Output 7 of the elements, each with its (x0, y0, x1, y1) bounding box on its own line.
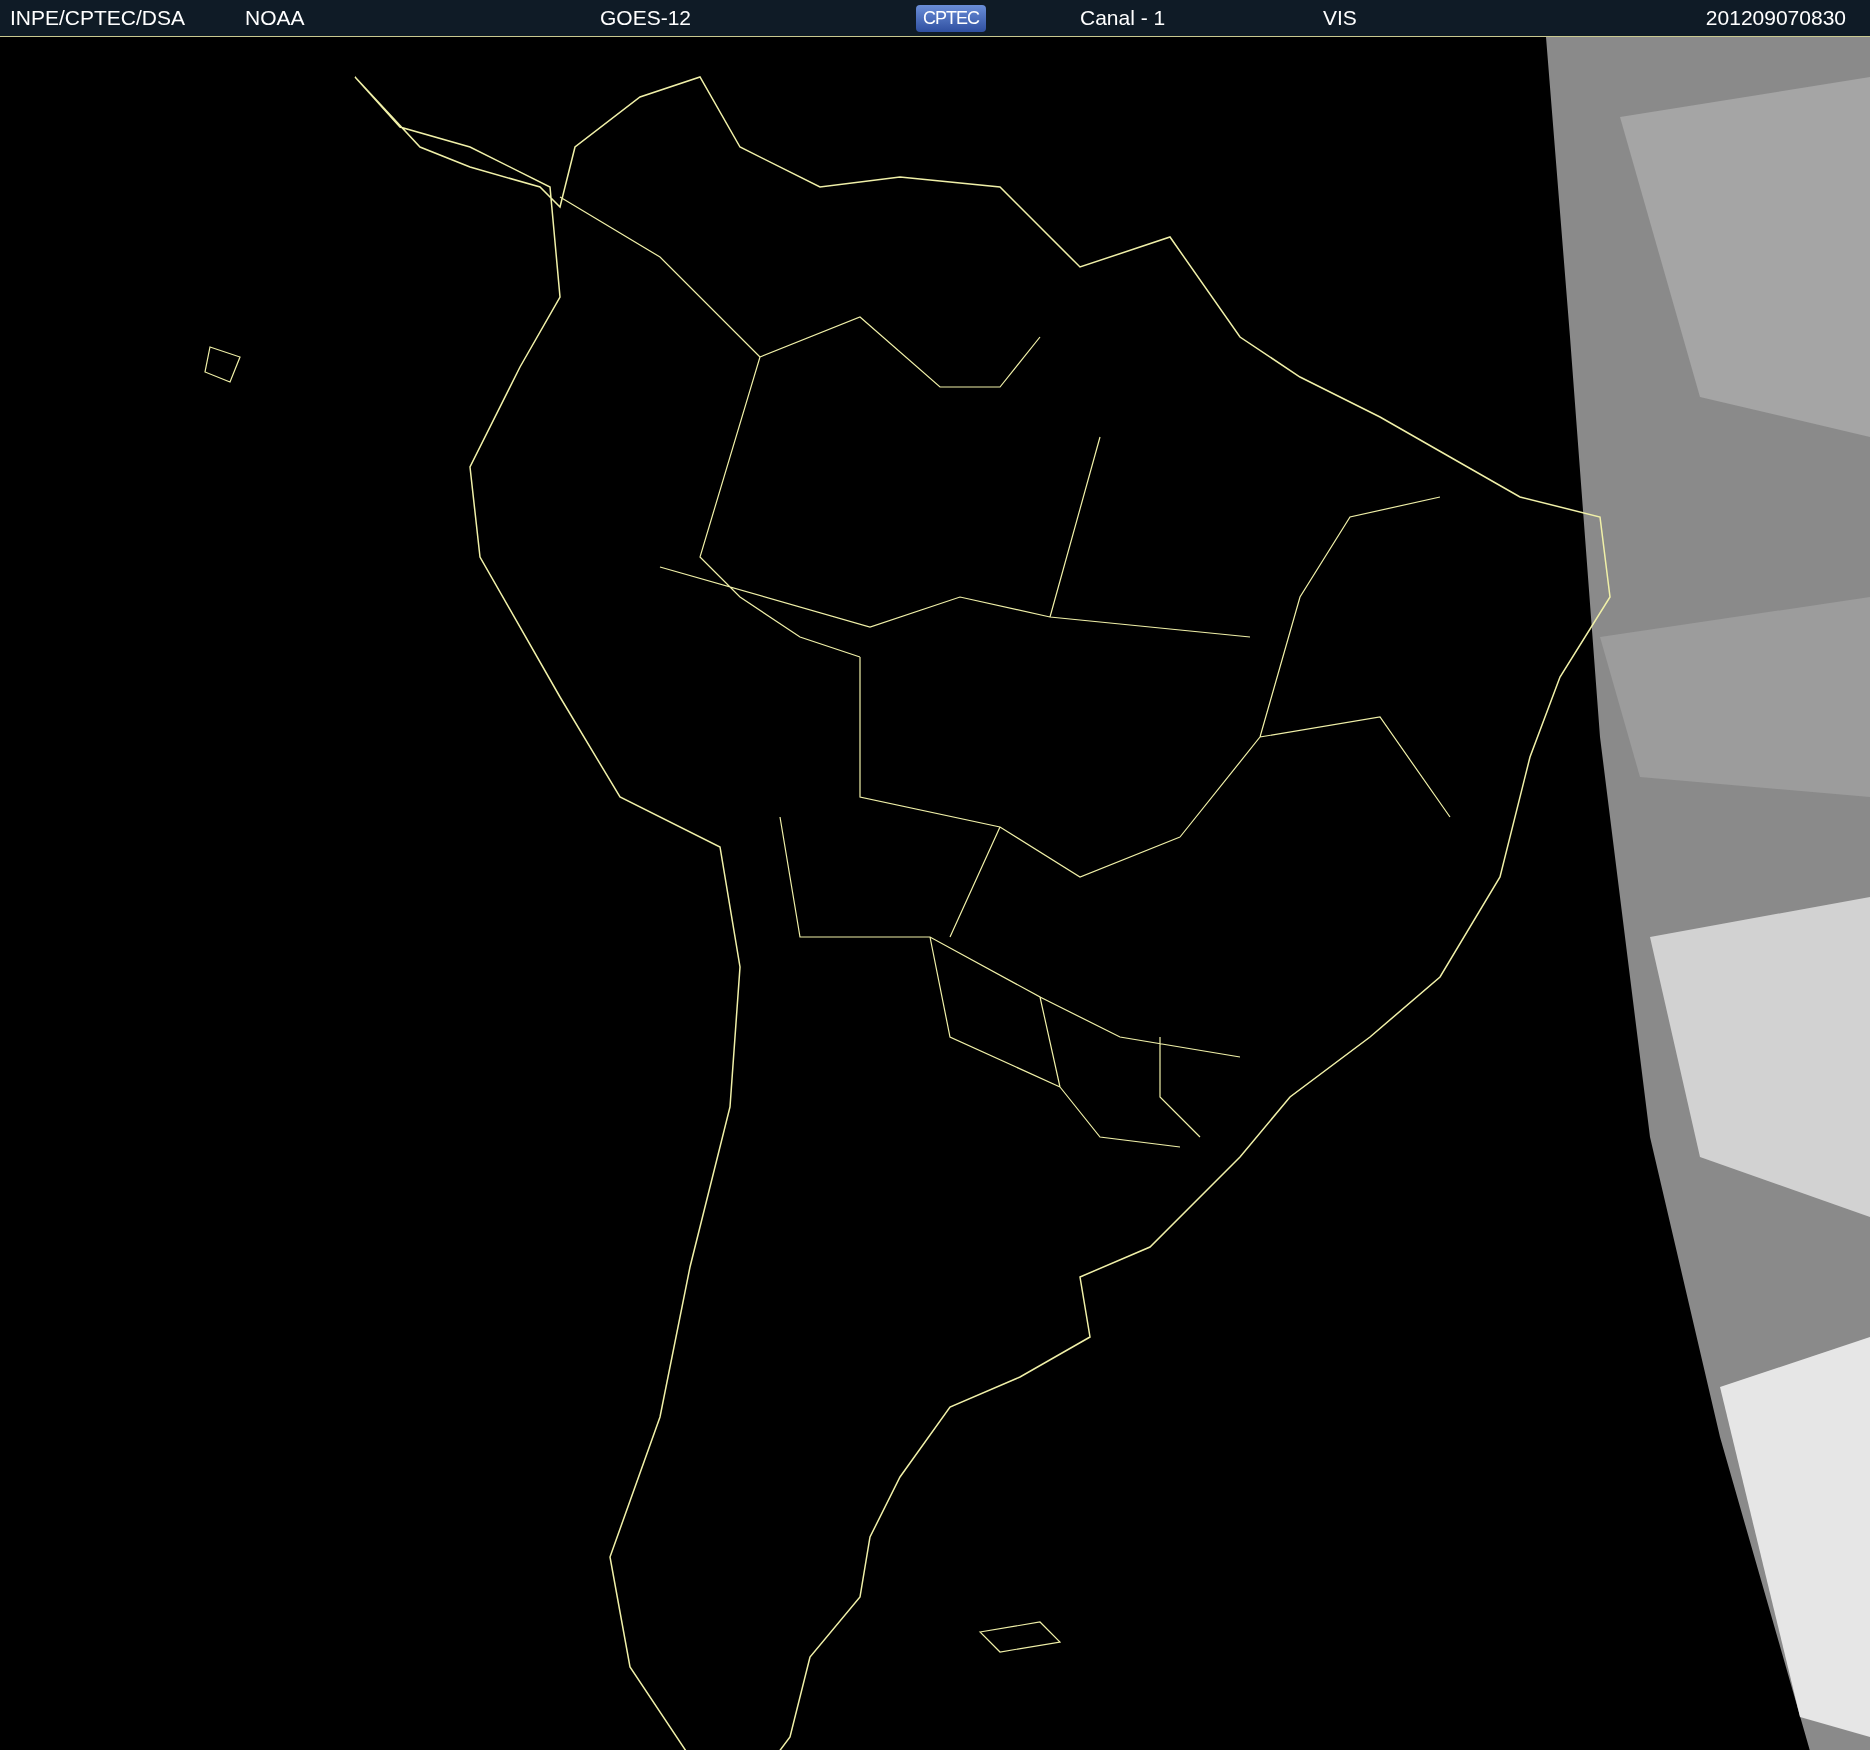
header-label: GOES-12 (600, 6, 692, 30)
logo: CPTEC (916, 4, 986, 32)
header-label: Canal - 1 (1080, 6, 1166, 30)
header-label: NOAA (245, 6, 305, 30)
header-label: INPE/CPTEC/DSA (10, 6, 186, 30)
header-label: 201209070830 (1705, 6, 1846, 30)
header-label: VIS (1323, 6, 1357, 30)
